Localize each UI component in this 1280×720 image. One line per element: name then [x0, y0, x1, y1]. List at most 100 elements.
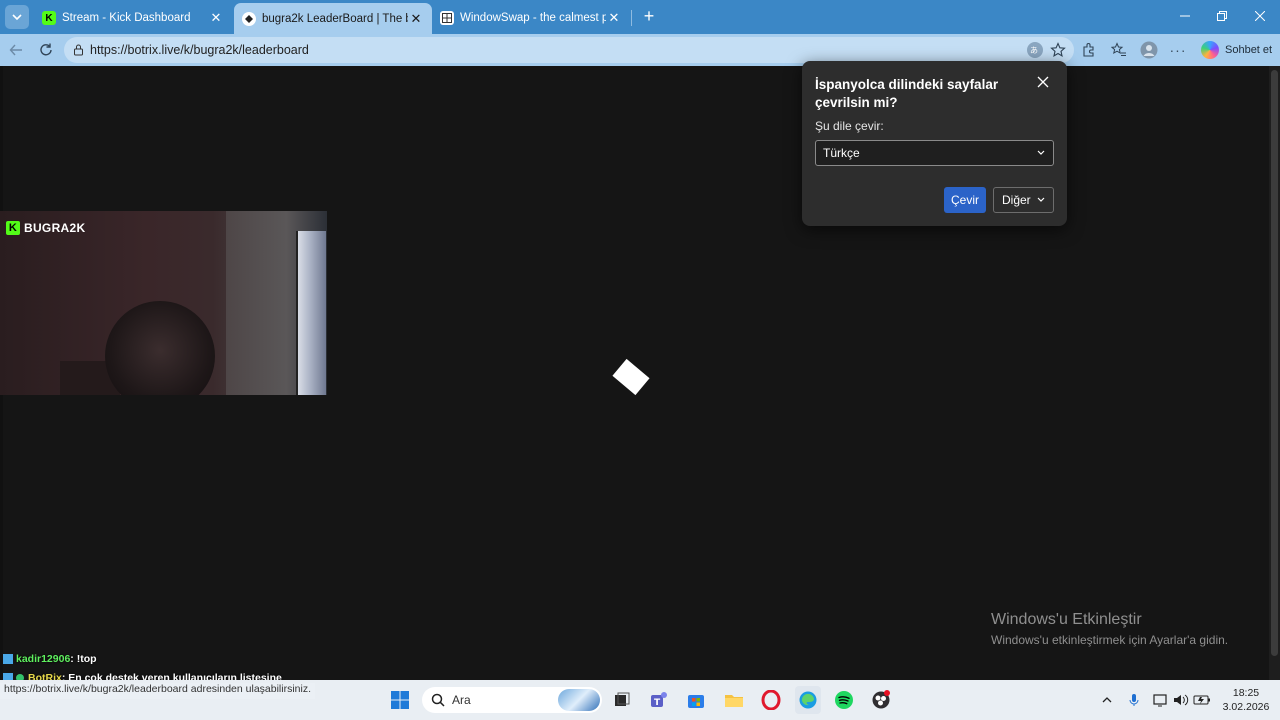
avatar-icon	[1140, 41, 1158, 59]
browser-toolbar: https://botrix.live/k/bugra2k/leaderboar…	[0, 34, 1280, 66]
target-language-select[interactable]: Türkçe	[815, 140, 1054, 166]
stream-brand: K BUGRA2K	[6, 221, 85, 235]
folder-icon	[725, 695, 743, 707]
tab-windowswap[interactable]: WindowSwap - the calmest place o ✕	[432, 4, 630, 32]
more-menu-button[interactable]: ···	[1168, 40, 1188, 60]
opera-icon	[761, 690, 781, 710]
minimize-icon	[1180, 15, 1190, 17]
plus-icon: +	[643, 5, 655, 26]
opera-app[interactable]	[759, 688, 783, 712]
spotify-app[interactable]	[832, 688, 856, 712]
chat-text: : !top	[70, 652, 97, 665]
star-icon	[1050, 42, 1066, 58]
page-scrollbar[interactable]	[1269, 66, 1280, 680]
svg-text:T: T	[654, 698, 661, 708]
webcam-overlay	[0, 211, 327, 395]
activation-subtitle: Windows'u etkinleştirmek için Ayarlar'a …	[991, 633, 1229, 647]
chevron-down-icon	[1037, 197, 1045, 202]
favorites-icon	[1111, 42, 1126, 56]
arrow-left-icon	[9, 44, 22, 56]
network-tray[interactable]	[1152, 691, 1170, 709]
tab-leaderboard[interactable]: bugra2k LeaderBoard | The best C ✕	[234, 3, 432, 34]
spotify-icon	[835, 691, 853, 709]
clock-time: 18:25	[1232, 687, 1260, 699]
more-button-label: Diğer	[1002, 193, 1031, 207]
tab-kick-dashboard[interactable]: K Stream - Kick Dashboard ✕	[34, 4, 232, 32]
microphone-icon	[1129, 694, 1139, 706]
popup-heading: İspanyolca dilindeki sayfalar çevrilsin …	[815, 77, 999, 110]
store-icon	[688, 695, 704, 708]
copilot-label: Sohbet et	[1225, 44, 1273, 56]
search-highlight-image	[558, 689, 600, 711]
address-bar[interactable]: https://botrix.live/k/bugra2k/leaderboar…	[64, 37, 1074, 63]
chat-username: kadir12906	[16, 652, 71, 665]
tab-actions-button[interactable]	[5, 5, 29, 29]
edge-icon	[799, 691, 817, 709]
close-window-button[interactable]	[1241, 0, 1279, 32]
new-tab-button[interactable]: +	[638, 5, 660, 27]
restore-icon	[1217, 11, 1227, 21]
microphone-tray[interactable]	[1126, 691, 1142, 709]
restore-button[interactable]	[1203, 0, 1241, 32]
tab-divider	[631, 10, 632, 26]
botrix-logo-icon	[242, 11, 256, 26]
chat-badge-icon	[3, 653, 13, 664]
task-view-button[interactable]	[610, 688, 634, 712]
ellipsis-icon: ···	[1169, 42, 1187, 58]
copilot-button[interactable]: Sohbet et	[1197, 38, 1275, 62]
file-explorer-app[interactable]	[722, 688, 746, 712]
minimize-button[interactable]	[1166, 0, 1204, 32]
volume-icon	[1174, 694, 1189, 706]
back-button[interactable]	[6, 40, 26, 60]
start-button[interactable]	[388, 688, 412, 712]
translate-confirm-button[interactable]: Çevir	[944, 187, 986, 213]
translate-icon: あ	[1027, 42, 1043, 58]
chevron-down-icon	[12, 14, 22, 21]
webcam-person	[105, 301, 215, 395]
store-app[interactable]	[684, 688, 708, 712]
close-tab-icon[interactable]: ✕	[408, 11, 424, 27]
edge-app[interactable]	[795, 686, 821, 714]
battery-icon	[1193, 695, 1210, 705]
close-icon	[1255, 11, 1265, 21]
taskbar-clock[interactable]: 18:25 3.02.2026	[1218, 686, 1274, 714]
chevron-down-icon	[1037, 150, 1045, 155]
show-hidden-icons-button[interactable]	[1099, 691, 1115, 709]
volume-tray[interactable]	[1172, 691, 1190, 709]
puzzle-icon	[1083, 43, 1094, 57]
close-tab-icon[interactable]: ✕	[606, 10, 622, 26]
popup-close-button[interactable]	[1037, 75, 1053, 91]
taskbar-search[interactable]: Ara	[422, 687, 602, 713]
favorites-list-button[interactable]	[1109, 40, 1129, 60]
tab-title: Stream - Kick Dashboard	[62, 12, 191, 24]
search-icon	[431, 693, 445, 707]
chat-message: kadir12906 : !top	[3, 649, 282, 668]
extensions-button[interactable]	[1079, 40, 1099, 60]
url-text: https://botrix.live/k/bugra2k/leaderboar…	[90, 43, 309, 57]
teams-icon: T	[651, 692, 667, 708]
task-view-icon	[615, 692, 630, 706]
clock-date: 3.02.2026	[1222, 701, 1270, 713]
favorite-button[interactable]	[1048, 40, 1068, 60]
translate-button[interactable]: あ	[1025, 40, 1045, 60]
refresh-icon	[40, 43, 52, 56]
obs-app[interactable]	[869, 688, 893, 712]
search-placeholder: Ara	[452, 693, 471, 707]
scrollbar-thumb[interactable]	[1271, 70, 1278, 656]
windowswap-logo-icon	[440, 11, 454, 25]
profile-button[interactable]	[1139, 40, 1159, 60]
kick-logo-icon: K	[42, 11, 56, 25]
battery-tray[interactable]	[1192, 691, 1212, 709]
close-tab-icon[interactable]: ✕	[208, 10, 224, 26]
site-info-icon[interactable]	[72, 43, 85, 56]
target-language-label: Şu dile çevir:	[815, 119, 884, 133]
obs-icon	[872, 690, 890, 709]
link-status-bar: https://botrix.live/k/bugra2k/leaderboar…	[0, 683, 316, 699]
tab-title: bugra2k LeaderBoard | The best C	[262, 12, 408, 25]
teams-app[interactable]: T	[647, 688, 671, 712]
brand-name: BUGRA2K	[24, 221, 86, 235]
more-options-button[interactable]: Diğer	[993, 187, 1054, 213]
windows-logo-icon	[391, 691, 409, 709]
svg-text:あ: あ	[1030, 46, 1038, 55]
refresh-button[interactable]	[36, 40, 56, 60]
